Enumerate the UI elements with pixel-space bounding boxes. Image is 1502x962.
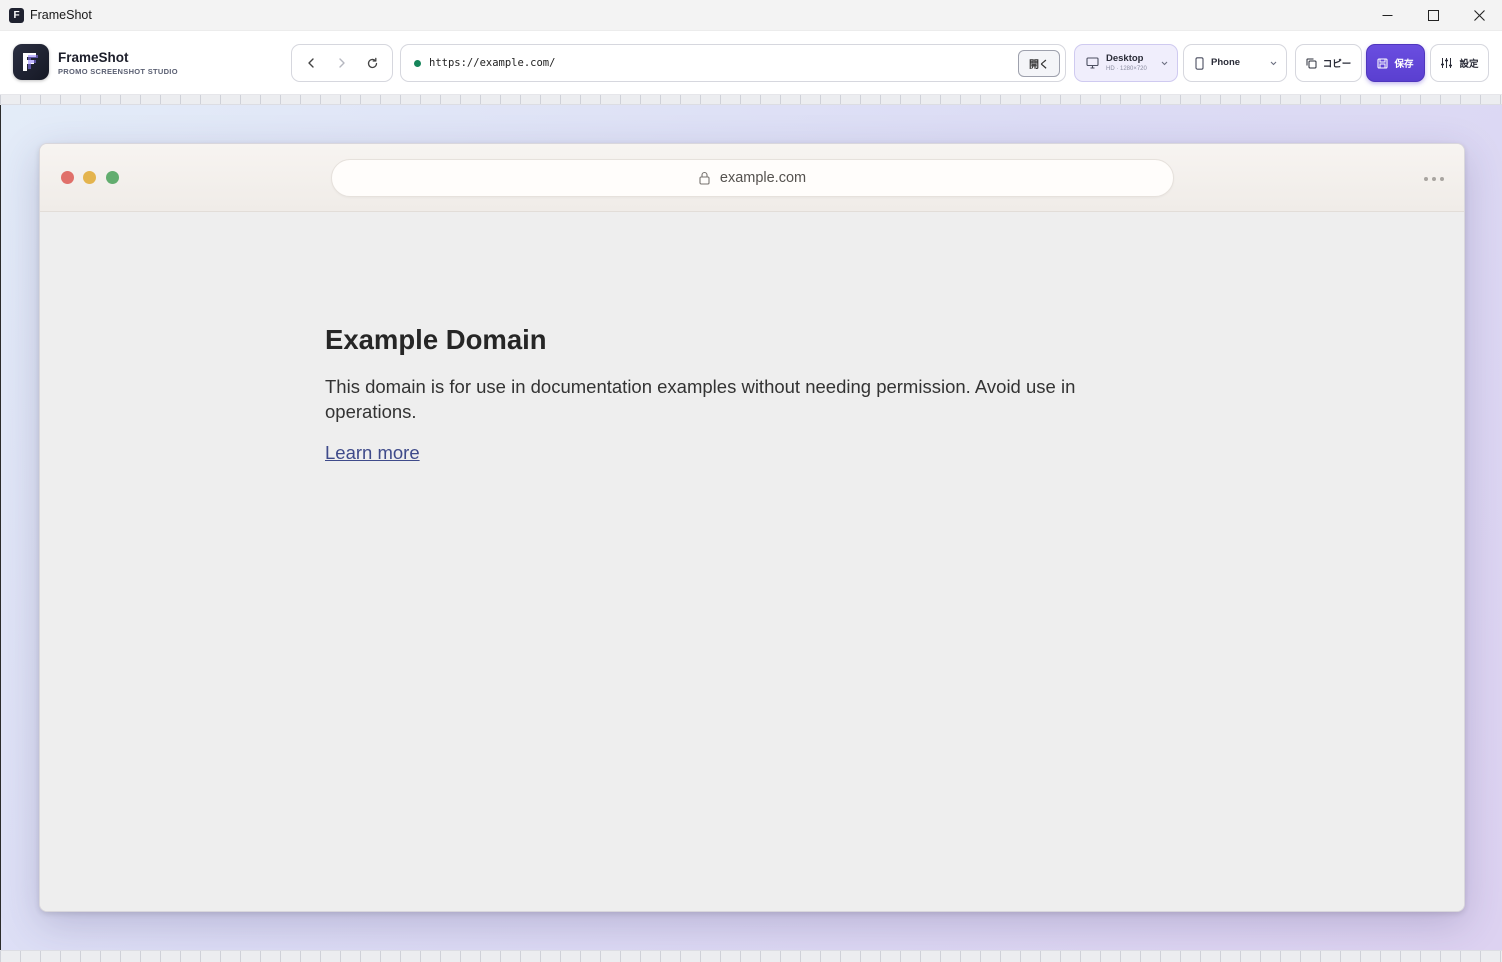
back-button[interactable] <box>298 50 324 76</box>
chevron-left-icon <box>308 58 315 68</box>
copy-button[interactable]: コピー <box>1295 44 1362 82</box>
chevron-right-icon <box>339 58 345 68</box>
reload-button[interactable] <box>360 50 386 76</box>
minimize-icon <box>1382 15 1392 16</box>
copy-icon <box>1306 58 1317 68</box>
minimize-button[interactable] <box>1364 0 1410 31</box>
desktop-resolution: HD · 1280×720 <box>1106 65 1147 72</box>
desktop-label: Desktop <box>1106 53 1144 65</box>
lock-icon <box>699 171 710 185</box>
phone-icon <box>1195 56 1204 70</box>
settings-button[interactable]: 設定 <box>1430 44 1489 82</box>
brand-logo <box>13 44 49 80</box>
phone-device-select[interactable]: Phone <box>1183 44 1287 82</box>
save-button-label: 保存 <box>1394 59 1414 70</box>
preview-canvas: example.com Example Domain This domain i… <box>0 105 1502 950</box>
open-button[interactable]: 開く <box>1018 49 1060 77</box>
secure-status-dot <box>414 59 421 67</box>
frameshot-logo-icon <box>23 53 38 71</box>
monitor-icon <box>1086 57 1099 69</box>
learn-more-link[interactable]: Learn more <box>325 442 420 464</box>
window-title: FrameShot <box>30 8 92 22</box>
mock-url-text: example.com <box>719 170 807 186</box>
reload-icon <box>368 57 378 68</box>
save-icon <box>1377 57 1389 69</box>
preview-page: Example Domain This domain is for use in… <box>40 212 1464 911</box>
close-button[interactable] <box>1456 0 1502 31</box>
traffic-light-yellow <box>83 171 96 184</box>
phone-label: Phone <box>1211 57 1241 69</box>
page-description: This domain is for use in documentation … <box>325 376 1076 422</box>
forward-button[interactable] <box>329 50 355 76</box>
top-ruler <box>0 95 1502 105</box>
navigation-group <box>291 44 393 82</box>
mock-browser-chrome: example.com <box>40 144 1464 212</box>
window-titlebar: F FrameShot <box>0 0 1502 31</box>
url-input[interactable]: https://example.com/ 開く <box>400 44 1066 82</box>
mock-browser-frame: example.com Example Domain This domain i… <box>39 143 1465 912</box>
settings-button-label: 設定 <box>1459 59 1479 70</box>
desktop-device-select[interactable]: Desktop HD · 1280×720 <box>1074 44 1178 82</box>
bottom-ruler <box>0 950 1502 962</box>
window-controls <box>1364 0 1502 31</box>
app-toolbar: FrameShot PROMO SCREENSHOT STUDIO https:… <box>0 31 1502 95</box>
mock-address-bar: example.com <box>331 159 1174 197</box>
copy-button-label: コピー <box>1322 59 1352 70</box>
brand-name: FrameShot <box>58 50 129 65</box>
app-icon: F <box>9 7 24 23</box>
chevron-down-icon <box>1270 61 1277 66</box>
url-text[interactable]: https://example.com/ <box>429 57 1018 69</box>
close-icon <box>1473 10 1485 21</box>
more-icon <box>1424 177 1444 181</box>
open-button-label: 開く <box>1029 59 1049 71</box>
sliders-icon <box>1441 58 1453 68</box>
brand-subtitle: PROMO SCREENSHOT STUDIO <box>58 67 178 76</box>
chevron-down-icon <box>1161 61 1168 66</box>
maximize-icon <box>1427 10 1439 21</box>
save-button[interactable]: 保存 <box>1366 44 1425 82</box>
maximize-button[interactable] <box>1410 0 1456 31</box>
traffic-light-green <box>106 171 119 184</box>
page-title: Example Domain <box>325 324 547 355</box>
traffic-light-red <box>61 171 74 184</box>
